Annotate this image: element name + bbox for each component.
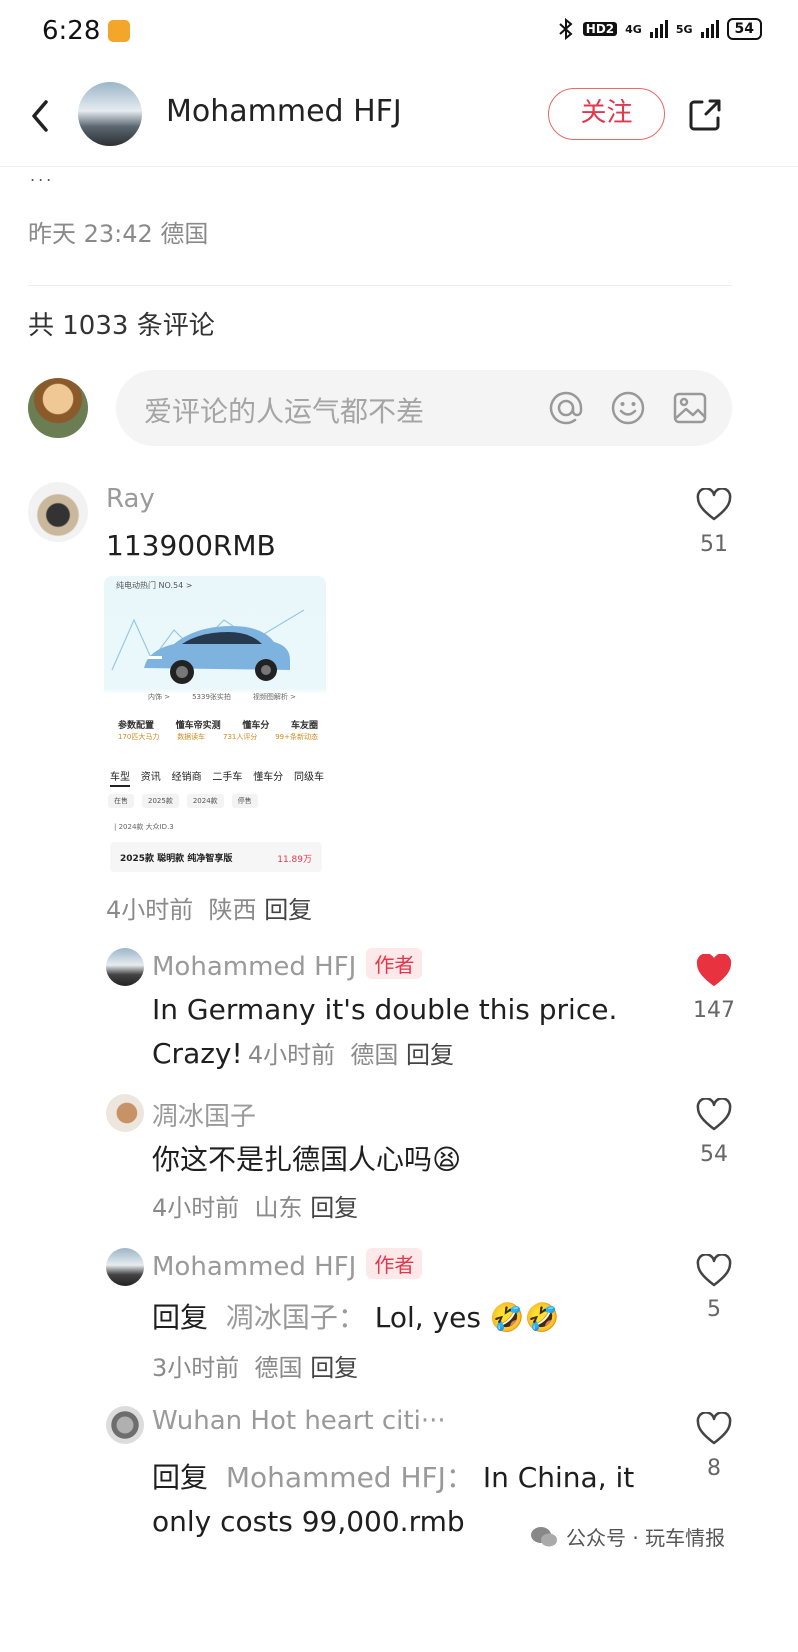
heart-icon[interactable] bbox=[696, 1098, 732, 1132]
comment-text: In Germany it's double this price. bbox=[152, 993, 618, 1026]
bluetooth-icon bbox=[559, 18, 573, 40]
comment-text-line2: only costs 99,000.rmb bbox=[152, 1505, 465, 1538]
post-partial-text: ... bbox=[30, 166, 55, 185]
car-image bbox=[111, 609, 305, 684]
my-avatar bbox=[28, 378, 88, 438]
like-count: 54 bbox=[700, 1142, 728, 1167]
signal-icon bbox=[649, 20, 668, 38]
divider bbox=[28, 285, 732, 286]
comment-text: 你这不是扎德国人心吗😫 bbox=[152, 1143, 462, 1176]
commenter-avatar[interactable] bbox=[106, 1248, 144, 1286]
network-4g-label: 4G bbox=[625, 22, 642, 36]
status-icons: HD2 4G 5G 54 bbox=[557, 18, 762, 40]
status-time: 6:28 bbox=[42, 16, 101, 46]
app-notification-icon bbox=[108, 20, 130, 42]
like-count: 147 bbox=[693, 998, 735, 1023]
comment-count: 共 1033 条评论 bbox=[28, 311, 215, 341]
battery-indicator: 54 bbox=[726, 18, 762, 40]
author-name[interactable]: Mohammed HFJ bbox=[166, 94, 402, 129]
commenter-name[interactable]: 凋冰国子 bbox=[152, 1096, 256, 1133]
comment-text: 回复 凋冰国子： Lol, yes 🤣🤣 bbox=[152, 1301, 560, 1334]
image-submenu: 内饰 >5339张实拍 视频图解析 > bbox=[148, 693, 297, 701]
emoji: 🤣🤣 bbox=[489, 1301, 560, 1334]
comment-meta: 4小时前 陕西 回复 bbox=[106, 896, 313, 924]
commenter-avatar[interactable] bbox=[106, 948, 144, 986]
reply-button[interactable]: 回复 bbox=[264, 896, 312, 924]
like-count: 5 bbox=[707, 1297, 721, 1322]
emoji: 😫 bbox=[432, 1143, 462, 1176]
commenter-name[interactable]: Wuhan Hot heart citi··· bbox=[152, 1406, 446, 1436]
reply-button[interactable]: 回复 bbox=[310, 1194, 358, 1222]
commenter-avatar[interactable] bbox=[106, 1094, 144, 1132]
comment-meta: 4小时前 山东 回复 bbox=[152, 1194, 359, 1222]
reply-button[interactable]: 回复 bbox=[310, 1354, 358, 1382]
heart-filled-icon[interactable] bbox=[696, 954, 732, 988]
image-trim-row: 2025款 聪明款 纯净智享版 11.89万 bbox=[110, 842, 322, 872]
like-count: 8 bbox=[707, 1456, 721, 1481]
network-5g-label: 5G bbox=[675, 22, 693, 36]
mention-icon[interactable] bbox=[548, 390, 584, 426]
commenter-name[interactable]: Mohammed HFJ 作者 bbox=[152, 1248, 423, 1282]
comment-image[interactable]: 纯电动热门 NO.54 > 内饰 >5339张实拍 视频图解析 > 参数配置 懂车帝… bbox=[104, 576, 326, 872]
image-tabs: 车型 资讯 经销商 二手车 懂车分 同级车 bbox=[110, 768, 324, 787]
wechat-icon bbox=[531, 1526, 557, 1546]
commenter-avatar[interactable] bbox=[106, 1406, 144, 1444]
emoji-icon[interactable] bbox=[610, 390, 646, 426]
image-icon[interactable] bbox=[672, 390, 708, 426]
image-stat-values: 170匹大马力 数据读车 731人评分 99+条新动态 bbox=[118, 733, 318, 741]
commenter-name[interactable]: Mohammed HFJ 作者 bbox=[152, 948, 423, 982]
author-tag: 作者 bbox=[366, 948, 423, 979]
heart-icon[interactable] bbox=[696, 1254, 732, 1288]
share-icon[interactable] bbox=[686, 96, 724, 134]
image-model-line: | 2024款 大众ID.3 bbox=[114, 823, 174, 831]
comment-text: 113900RMB bbox=[106, 529, 276, 562]
author-avatar[interactable] bbox=[78, 82, 142, 146]
back-arrow-icon[interactable] bbox=[26, 96, 54, 136]
comment-input[interactable]: 爱评论的人运气都不差 bbox=[116, 370, 732, 446]
post-time-location: 昨天 23:42 德国 bbox=[28, 220, 209, 248]
commenter-avatar[interactable] bbox=[28, 482, 88, 542]
watermark: 公众号 · 玩车情报 bbox=[530, 1522, 725, 1551]
comment-text-line2: Crazy! 4小时前 德国 回复 bbox=[152, 1037, 454, 1070]
heart-icon[interactable] bbox=[696, 1412, 732, 1446]
comment-meta: 3小时前 德国 回复 bbox=[152, 1354, 359, 1382]
comment-text: 回复 Mohammed HFJ： In China, it bbox=[152, 1461, 635, 1494]
commenter-name[interactable]: Ray bbox=[106, 484, 155, 514]
reply-button[interactable]: 回复 bbox=[406, 1041, 454, 1069]
header-divider bbox=[0, 166, 798, 167]
like-count: 51 bbox=[700, 532, 728, 557]
follow-button[interactable]: 关注 bbox=[548, 88, 665, 140]
author-tag: 作者 bbox=[366, 1248, 423, 1279]
comment-input-placeholder: 爱评论的人运气都不差 bbox=[144, 395, 425, 428]
signal-icon-2 bbox=[700, 20, 719, 38]
image-chips: 在售 2025款 2024款 停售 bbox=[108, 794, 258, 808]
hd-badge: HD2 bbox=[582, 22, 618, 36]
heart-icon[interactable] bbox=[696, 488, 732, 522]
image-stat-labels: 参数配置 懂车帝实测 懂车分 车友圈 bbox=[118, 721, 318, 731]
